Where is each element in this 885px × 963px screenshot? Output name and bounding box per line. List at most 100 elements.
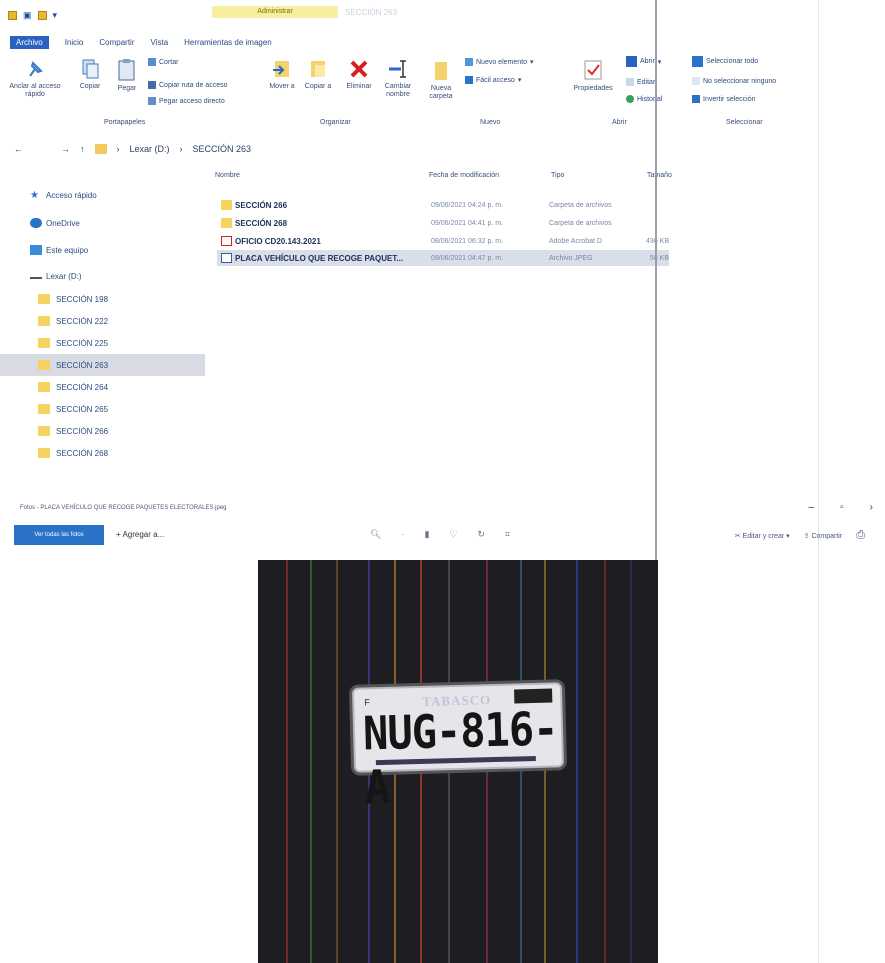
tab-view[interactable]: Vista xyxy=(151,36,169,49)
context-tab-manage[interactable]: Administrar xyxy=(212,6,338,18)
tab-picture-tools[interactable]: Herramientas de imagen xyxy=(184,36,272,49)
nav-this-pc[interactable]: Este equipo xyxy=(0,236,205,264)
delete-button[interactable]: Eliminar xyxy=(340,58,378,91)
copy-label: Copiar xyxy=(79,83,101,90)
sidebar-item-folder[interactable]: SECCIÓN 266 xyxy=(0,420,205,442)
properties-label: Propiedades xyxy=(573,85,613,92)
folder-icon[interactable] xyxy=(8,11,17,20)
file-type: Archivo JPEG xyxy=(549,254,593,262)
sidebar-item-folder[interactable]: SECCIÓN 198 xyxy=(0,288,205,310)
sidebar-item-folder[interactable]: SECCIÓN 268 xyxy=(0,442,205,464)
invert-selection-button[interactable]: Invertir selección xyxy=(692,95,756,103)
up-arrow-icon[interactable]: ↑ xyxy=(80,144,85,154)
photos-viewer-window: Fotos - PLACA VEHÍCULO QUE RECOGE PAQUET… xyxy=(0,500,885,963)
select-all-label: Seleccionar todo xyxy=(706,58,759,65)
tab-file[interactable]: Archivo xyxy=(10,36,49,49)
edit-button[interactable]: Editar xyxy=(626,78,655,86)
column-header-size[interactable]: Tamaño xyxy=(647,172,672,179)
new-folder-button[interactable]: Nueva carpeta xyxy=(424,58,458,101)
new-folder-icon[interactable] xyxy=(37,11,47,20)
address-bar: ← → ↑ › Lexar (D:) › SECCIÓN 263 xyxy=(14,144,251,154)
new-item-button[interactable]: Nuevo elemento ▾ xyxy=(465,58,534,66)
delete-icon[interactable]: ▮ xyxy=(424,529,429,540)
ribbon-tabs: Archivo Inicio Compartir Vista Herramien… xyxy=(10,36,272,49)
file-type: Adobe Acrobat D xyxy=(549,237,602,245)
invert-selection-label: Invertir selección xyxy=(703,95,756,103)
share-label: Compartir xyxy=(811,532,843,540)
close-icon[interactable]: › xyxy=(870,502,873,513)
file-row[interactable]: SECCIÓN 266 09/06/2021 04:24 p. m. Carpe… xyxy=(217,197,669,213)
open-label: Abrir xyxy=(640,58,655,65)
column-header-type[interactable]: Tipo xyxy=(551,172,564,179)
copy-to-label: Copiar a xyxy=(304,83,332,90)
invert-selection-icon xyxy=(692,95,700,103)
sidebar-item-folder[interactable]: SECCIÓN 222 xyxy=(0,310,205,332)
edit-create-label: Editar y crear xyxy=(742,532,785,540)
file-date: 09/06/2021 04:41 p. m. xyxy=(431,219,503,227)
nav-onedrive[interactable]: OneDrive xyxy=(0,210,205,236)
file-name: SECCIÓN 268 xyxy=(235,218,288,228)
sidebar-item-folder[interactable]: SECCIÓN 264 xyxy=(0,376,205,398)
file-row[interactable]: OFICIO CD20.143.2021 08/06/2021 06:32 p.… xyxy=(217,233,669,249)
new-folder-icon xyxy=(435,62,447,80)
tab-share[interactable]: Compartir xyxy=(99,36,134,49)
file-explorer-window: ▣ ▾ Administrar SECCIÓN 263 Archivo Inic… xyxy=(0,0,885,480)
rename-button[interactable]: Cambiar nombre xyxy=(378,58,418,99)
cut-button[interactable]: Cortar xyxy=(148,58,178,66)
copy-to-button[interactable]: Copiar a xyxy=(302,58,334,91)
zoom-icon[interactable]: 🔍︎ xyxy=(370,529,381,540)
breadcrumb-drive[interactable]: Lexar (D:) xyxy=(130,144,170,154)
sidebar-item-folder[interactable]: SECCIÓN 265 xyxy=(0,398,205,420)
drive-icon xyxy=(30,273,42,279)
rotate-icon[interactable]: ↻ xyxy=(477,529,485,540)
chevron-right-icon: › xyxy=(116,144,120,154)
edit-label: Editar xyxy=(637,78,656,86)
crop-icon[interactable]: ⌗ xyxy=(505,529,510,540)
divider xyxy=(655,0,657,560)
pin-quick-access-button[interactable]: Anclar al acceso rápido xyxy=(6,58,64,99)
favorite-heart-icon[interactable]: ♡ xyxy=(449,529,457,540)
folder-icon xyxy=(94,144,107,154)
chevron-down-icon[interactable]: ▾ xyxy=(53,10,58,21)
sidebar-item-folder-selected[interactable]: SECCIÓN 263 xyxy=(0,354,205,376)
easy-access-icon xyxy=(465,76,473,84)
save-icon[interactable]: ▣ xyxy=(23,10,32,21)
file-row[interactable]: SECCIÓN 268 09/06/2021 04:41 p. m. Carpe… xyxy=(217,215,669,231)
move-folder-icon xyxy=(273,61,289,77)
breadcrumb-folder[interactable]: SECCIÓN 263 xyxy=(193,144,252,154)
minimize-icon[interactable]: – xyxy=(809,502,815,513)
copy-path-button[interactable]: Copiar ruta de acceso xyxy=(148,81,227,89)
maximize-icon[interactable]: ▫ xyxy=(840,502,844,513)
nav-quick-access[interactable]: ★ Acceso rápido xyxy=(0,180,205,210)
file-row-selected[interactable]: PLACA VEHÍCULO QUE RECOGE PAQUET... 09/0… xyxy=(217,250,669,266)
properties-button[interactable]: Propiedades xyxy=(566,58,620,93)
pdf-icon xyxy=(221,236,232,246)
edit-create-button[interactable]: ✂ Editar y crear ▾ xyxy=(735,532,790,540)
see-all-photos-button[interactable]: Ver todas las fotos xyxy=(14,525,104,545)
paste-button[interactable]: Pegar xyxy=(112,58,142,93)
move-to-button[interactable]: Mover a xyxy=(266,58,298,91)
column-header-date[interactable]: Fecha de modificación xyxy=(429,172,499,179)
share-button[interactable]: ⇪ Compartir xyxy=(804,532,843,540)
forward-arrow-icon[interactable]: → xyxy=(61,144,70,154)
dot-icon[interactable]: · xyxy=(401,529,404,540)
print-icon[interactable]: ⎙ xyxy=(856,529,865,542)
scan-stripe xyxy=(576,560,578,963)
tab-home[interactable]: Inicio xyxy=(65,36,84,49)
easy-access-button[interactable]: Fácil acceso ▾ xyxy=(465,76,521,84)
ribbon: Anclar al acceso rápido Copiar Pegar Cor… xyxy=(0,50,820,128)
nav-drive[interactable]: Lexar (D:) xyxy=(0,264,205,288)
paste-shortcut-button[interactable]: Pegar acceso directo xyxy=(148,97,225,105)
column-header-name[interactable]: Nombre xyxy=(215,172,240,179)
sidebar-item-folder[interactable]: SECCIÓN 225 xyxy=(0,332,205,354)
folder-label: SECCIÓN 198 xyxy=(56,294,109,304)
copy-button[interactable]: Copiar xyxy=(74,58,106,91)
folder-icon xyxy=(38,360,50,370)
select-all-button[interactable]: Seleccionar todo xyxy=(692,56,758,67)
scan-stripe xyxy=(604,560,606,963)
folder-icon xyxy=(38,404,50,414)
back-arrow-icon[interactable]: ← xyxy=(14,144,23,154)
select-none-button[interactable]: No seleccionar ninguno xyxy=(692,77,776,85)
add-to-button[interactable]: + Agregar a... xyxy=(116,530,164,539)
cloud-icon xyxy=(30,218,42,228)
